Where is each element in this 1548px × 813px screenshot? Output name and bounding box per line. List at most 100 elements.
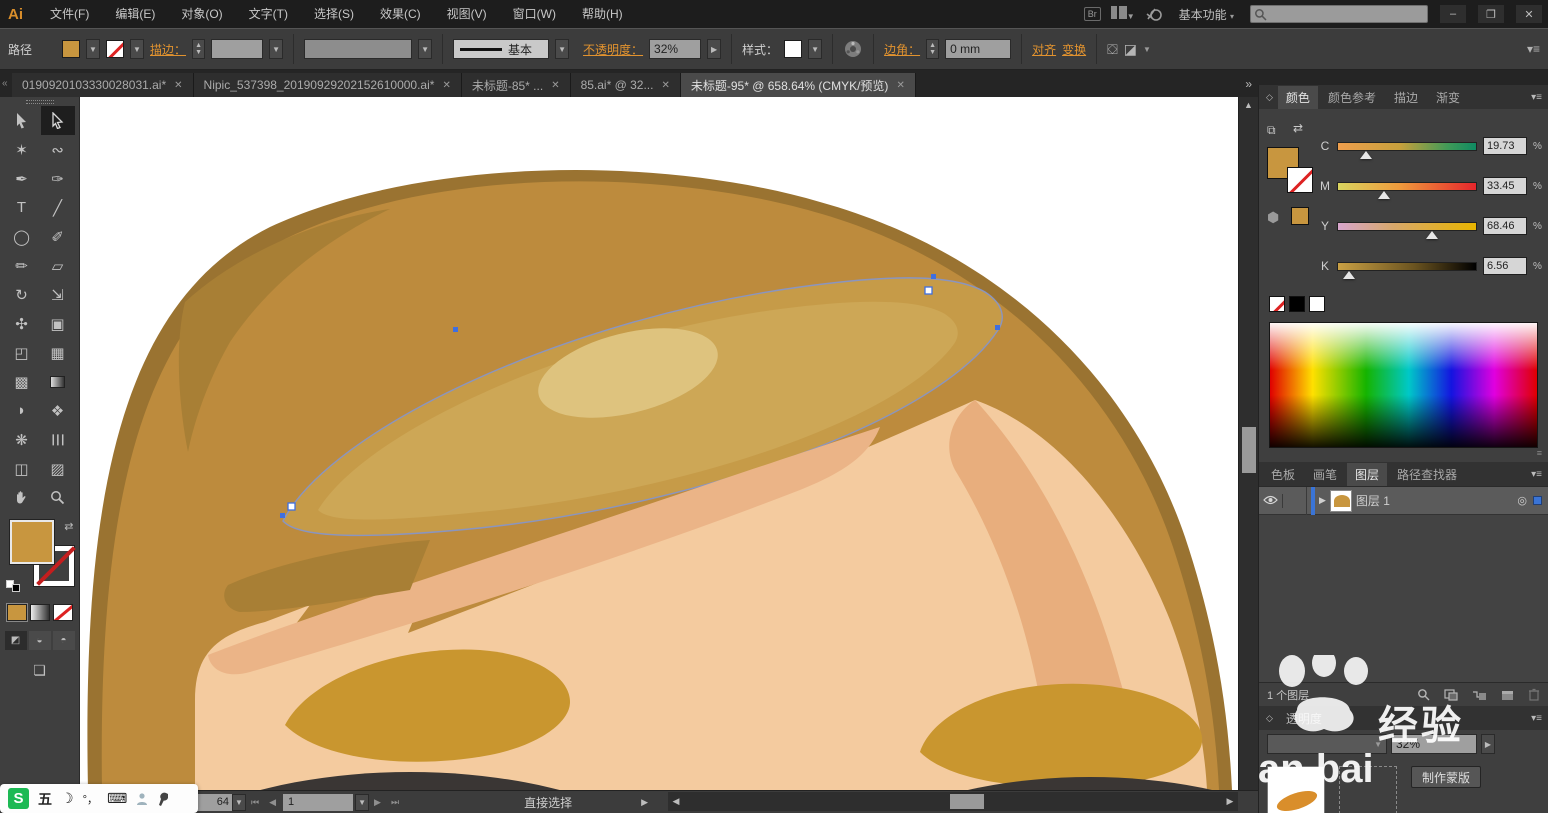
layer-row[interactable]: ▶ 图层 1 ◎ — [1259, 487, 1548, 515]
target-circle-icon[interactable]: ◎ — [1517, 494, 1527, 507]
last-artboard-icon[interactable]: ⏭ — [386, 797, 404, 808]
ime-person-icon[interactable] — [136, 792, 148, 806]
channel-value-field[interactable]: 33.45 — [1483, 177, 1527, 195]
lasso-tool-icon[interactable]: ∾ — [41, 135, 75, 164]
opacity-dropdown-icon[interactable]: ▶ — [707, 39, 721, 59]
document-tab-3[interactable]: 85.ai* @ 32...✕ — [571, 73, 681, 97]
out-of-gamut-cube-icon[interactable]: ⬢ — [1267, 209, 1279, 226]
slider-thumb[interactable] — [1426, 231, 1438, 239]
ime-wrench-icon[interactable] — [157, 792, 170, 806]
color-spectrum[interactable] — [1269, 322, 1538, 448]
locate-object-icon[interactable] — [1417, 688, 1430, 701]
artboard-dropdown-icon[interactable]: ▼ — [355, 794, 369, 811]
tab-close-icon[interactable]: ✕ — [551, 80, 559, 91]
share-icon[interactable] — [1145, 6, 1163, 22]
vertical-scrollbar[interactable]: ▲ — [1238, 97, 1258, 790]
pencil-tool-icon[interactable]: ✏ — [5, 251, 39, 280]
menu-item-2[interactable]: 对象(O) — [168, 7, 235, 21]
transparency-panel-title[interactable]: 透明度 — [1278, 707, 1330, 730]
column-graph-tool-icon[interactable]: ☰ — [41, 425, 75, 454]
collapse-tools-icon[interactable]: « — [0, 78, 12, 89]
type-tool-icon[interactable]: T — [5, 193, 39, 222]
scroll-up-icon[interactable]: ▲ — [1239, 97, 1258, 113]
tools-drag-handle[interactable] — [26, 100, 54, 104]
menu-item-7[interactable]: 窗口(W) — [500, 7, 569, 21]
new-layer-icon[interactable] — [1501, 689, 1514, 701]
transform-button[interactable]: 变换 — [1062, 41, 1086, 58]
menu-item-8[interactable]: 帮助(H) — [569, 7, 636, 21]
channel-slider[interactable] — [1337, 182, 1477, 191]
opacity-label[interactable]: 不透明度： — [583, 41, 643, 58]
perspective-grid-tool-icon[interactable]: ▦ — [41, 338, 75, 367]
gradient-tool-icon[interactable] — [41, 367, 75, 396]
scroll-right-icon[interactable]: ▶ — [1222, 796, 1238, 807]
document-tab-0[interactable]: 0190920103330028031.ai*✕ — [12, 73, 194, 97]
ime-logo[interactable]: S — [8, 788, 29, 809]
recolor-artwork-icon[interactable] — [843, 39, 863, 59]
search-input[interactable] — [1250, 5, 1428, 23]
isolate-selection-icon[interactable]: ◪ — [1124, 41, 1137, 58]
brush-definition[interactable]: 基本 — [453, 39, 549, 59]
slider-thumb[interactable] — [1378, 191, 1390, 199]
minimize-button[interactable]: – — [1440, 5, 1466, 23]
vertical-scroll-thumb[interactable] — [1242, 427, 1256, 473]
white-swatch[interactable] — [1309, 296, 1325, 312]
swap-colors-icon[interactable]: ⇄ — [1293, 121, 1303, 135]
zoom-tool-icon[interactable] — [41, 483, 75, 512]
layer-thumbnail[interactable] — [1330, 490, 1352, 512]
restore-button[interactable]: ❐ — [1478, 5, 1504, 23]
draw-behind-button[interactable]: ◒ — [29, 631, 51, 650]
scroll-left-icon[interactable]: ◀ — [668, 796, 684, 807]
ime-halfmoon-icon[interactable]: ☽ — [61, 790, 74, 807]
opacity-field[interactable]: 32% — [649, 39, 701, 59]
panel-tab-画笔[interactable]: 画笔 — [1305, 463, 1345, 486]
color-mode-button[interactable] — [7, 604, 27, 621]
none-swatch[interactable] — [1269, 296, 1285, 312]
fill-dropdown-icon[interactable]: ▼ — [86, 39, 100, 59]
first-artboard-icon[interactable]: ⏮ — [246, 797, 264, 808]
tab-close-icon[interactable]: ✕ — [174, 80, 182, 91]
horizontal-scrollbar[interactable]: ◀ ▶ — [668, 792, 1238, 811]
menu-item-1[interactable]: 编辑(E) — [102, 7, 168, 21]
fill-color-swatch[interactable] — [62, 40, 80, 58]
artboard-nav-field[interactable]: 1 — [283, 794, 353, 811]
hand-tool-icon[interactable] — [5, 483, 39, 512]
mesh-tool-icon[interactable]: ▩ — [5, 367, 39, 396]
corner-label[interactable]: 边角： — [884, 41, 920, 58]
artboard-tool-icon[interactable]: ◫ — [5, 454, 39, 483]
stroke-dropdown-icon[interactable]: ▼ — [130, 39, 144, 59]
width-tool-icon[interactable]: ✣ — [5, 309, 39, 338]
zoom-dropdown-icon[interactable]: ▼ — [232, 794, 246, 811]
paintbrush-tool-icon[interactable]: ✐ — [41, 222, 75, 251]
blend-tool-icon[interactable]: ❖ — [41, 396, 75, 425]
horizontal-scroll-thumb[interactable] — [950, 794, 984, 809]
blend-mode-dropdown[interactable]: ▼ — [1267, 734, 1387, 754]
swap-fill-stroke-icon[interactable]: ⇄ — [64, 520, 73, 533]
channel-value-field[interactable]: 19.73 — [1483, 137, 1527, 155]
selection-indicator-chip[interactable] — [1533, 496, 1542, 505]
curvature-tool-icon[interactable]: ✑ — [41, 164, 75, 193]
make-mask-button[interactable]: 制作蒙版 — [1411, 766, 1481, 788]
panel-tab-颜色[interactable]: 颜色 — [1278, 86, 1318, 109]
workspace-switcher[interactable]: 基本功能 ▾ — [1173, 6, 1240, 23]
draw-normal-button[interactable]: ◩ — [5, 631, 27, 650]
corner-field[interactable]: 0 mm — [945, 39, 1011, 59]
menu-item-4[interactable]: 选择(S) — [301, 7, 367, 21]
new-sublayer-icon[interactable] — [1472, 689, 1487, 701]
panel-resize-grip[interactable]: ≡ — [1259, 448, 1542, 458]
arrange-documents-icon[interactable]: ▼ — [1111, 6, 1135, 22]
black-swatch[interactable] — [1289, 296, 1305, 312]
screen-mode-button[interactable]: ❏ — [27, 662, 53, 682]
channel-slider[interactable] — [1337, 262, 1477, 271]
panel-menu-icon[interactable]: ▾≡ — [1527, 42, 1540, 56]
fill-proxy-swatch[interactable] — [10, 520, 54, 564]
slice-tool-icon[interactable]: ▨ — [41, 454, 75, 483]
color-panel-menu-icon[interactable]: ▾≡ — [1531, 92, 1542, 103]
channel-value-field[interactable]: 68.46 — [1483, 217, 1527, 235]
pen-tool-icon[interactable]: ✒ — [5, 164, 39, 193]
next-artboard-icon[interactable]: ▶ — [369, 797, 386, 808]
mask-thumbnail[interactable] — [1339, 766, 1397, 813]
document-tab-1[interactable]: Nipic_537398_20190929202152610000.ai*✕ — [194, 73, 462, 97]
stroke-weight-stepper[interactable]: ▲▼ — [192, 39, 205, 59]
shape-builder-tool-icon[interactable]: ◰ — [5, 338, 39, 367]
